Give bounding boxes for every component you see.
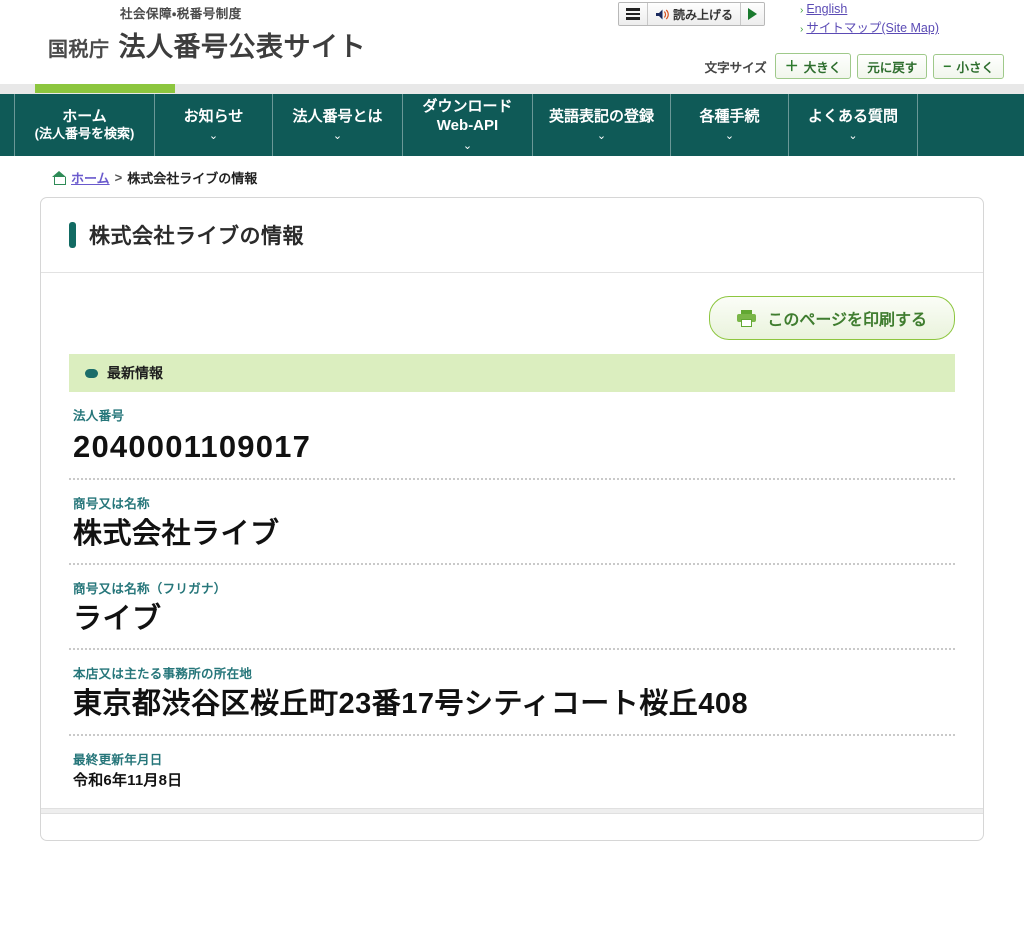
font-size-smaller-button[interactable]: − 小さく [933, 53, 1004, 79]
brand-agency-name: 国税庁 [48, 38, 110, 61]
chevron-down-icon: ⌄ [332, 130, 343, 143]
read-aloud-button[interactable]: 読み上げる [648, 3, 742, 25]
minus-icon: − [943, 58, 952, 74]
nav-item-news-label: お知らせ [183, 107, 244, 125]
card-header: 株式会社ライブの情報 [41, 198, 983, 273]
field-value: 株式会社ライブ [73, 517, 280, 550]
site-header: 社会保障・税番号制度 国税庁 法人番号公表サイト 読み上げる › English … [0, 0, 1024, 84]
plus-icon: ＋ [784, 58, 799, 74]
field-trade-name-furigana: 商号又は名称（フリガナ） ライブ [69, 565, 955, 651]
chevron-down-icon: ⌄ [462, 139, 473, 152]
nav-item-faq[interactable]: よくある質問 ⌄ [788, 94, 919, 156]
nav-item-procedures-label: 各種手続 [699, 107, 760, 125]
field-label: 商号又は名称（フリガナ） [73, 582, 227, 596]
font-size-reset-button[interactable]: 元に戻す [857, 53, 928, 79]
read-aloud-toolbar[interactable]: 読み上げる [618, 2, 766, 26]
font-size-label: 文字サイズ [704, 60, 767, 75]
top-links: › English › サイトマップ(Site Map) [800, 0, 939, 39]
section-header-label: 最新情報 [107, 365, 163, 381]
nav-item-news[interactable]: お知らせ ⌄ [154, 94, 272, 156]
field-value: 令和6年11月8日 [73, 771, 183, 789]
brand-subtitle: 社会保障・税番号制度 [120, 7, 242, 21]
field-label: 商号又は名称 [73, 496, 150, 511]
card-body: このページを印刷する 最新情報 法人番号 2040001109017 商号又は名… [41, 273, 983, 840]
printer-icon [737, 309, 757, 327]
print-page-button[interactable]: このページを印刷する [709, 296, 955, 340]
nav-item-download-line2: Web-API [436, 117, 499, 134]
nav-item-faq-label: よくある質問 [808, 107, 899, 125]
play-icon [748, 8, 758, 20]
nav-item-about-corporate-number[interactable]: 法人番号とは ⌄ [272, 94, 402, 156]
nav-item-about-label: 法人番号とは [292, 107, 383, 125]
field-label: 本店又は主たる事務所の所在地 [73, 667, 253, 682]
nav-item-english-label: 英語表記の登録 [549, 107, 655, 125]
field-head-office-address: 本店又は主たる事務所の所在地 東京都渋谷区桜丘町23番17号シティコート桜丘40… [69, 650, 955, 736]
nav-item-home-line1: ホーム [62, 107, 107, 125]
main-navigation: ホーム (法人番号を検索) お知らせ ⌄ 法人番号とは ⌄ ダウンロード Web… [0, 94, 1024, 156]
font-size-larger-label: 大きく [803, 60, 842, 75]
field-last-updated: 最終更新年月日 令和6年11月8日 [69, 736, 955, 809]
field-corporate-number: 法人番号 2040001109017 [69, 392, 955, 480]
accent-strip [0, 84, 1024, 94]
nav-item-english-registration[interactable]: 英語表記の登録 ⌄ [532, 94, 670, 156]
nav-item-download-webapi[interactable]: ダウンロード Web-API ⌄ [402, 94, 532, 156]
speaker-icon [656, 9, 669, 19]
nav-item-download-line1: ダウンロード [422, 98, 513, 116]
home-icon [52, 171, 66, 185]
field-label: 法人番号 [73, 409, 125, 423]
breadcrumb-current: 株式会社ライブの情報 [127, 171, 258, 186]
chevron-right-icon: › [800, 5, 804, 16]
nav-item-home[interactable]: ホーム (法人番号を検索) [14, 94, 154, 156]
brand-site-title: 法人番号公表サイト [118, 31, 366, 62]
field-value: 東京都渋谷区桜丘町23番17号シティコート桜丘408 [73, 688, 749, 721]
accent-bar [35, 84, 175, 93]
breadcrumb-home-link[interactable]: ホーム [71, 168, 110, 187]
top-link-english[interactable]: English [806, 2, 847, 16]
top-link-sitemap-row: › サイトマップ(Site Map) [800, 19, 939, 38]
top-link-english-row: › English [800, 0, 939, 19]
chevron-down-icon: ⌄ [724, 130, 735, 143]
chevron-down-icon: ⌄ [208, 130, 219, 143]
site-brand: 社会保障・税番号制度 国税庁 法人番号公表サイト [48, 6, 366, 64]
breadcrumb: ホーム > 株式会社ライブの情報 [0, 156, 1024, 197]
font-size-controls: 文字サイズ ＋ 大きく 元に戻す − 小さく [705, 53, 1004, 79]
title-accent-bar [69, 222, 76, 248]
field-value: ライブ [73, 603, 162, 635]
font-size-reset-label: 元に戻す [867, 60, 918, 75]
field-label: 最終更新年月日 [73, 752, 163, 767]
top-link-sitemap[interactable]: サイトマップ(Site Map) [806, 21, 939, 35]
font-size-smaller-label: 小さく [956, 60, 994, 75]
field-trade-name: 商号又は名称 株式会社ライブ [69, 480, 955, 565]
field-value: 2040001109017 [73, 429, 312, 464]
font-size-larger-button[interactable]: ＋ 大きく [774, 53, 852, 79]
print-page-button-label: このページを印刷する [767, 312, 927, 329]
content-card: 株式会社ライブの情報 このページを印刷する 最新情報 法人番号 20400011… [40, 197, 984, 842]
page-title: 株式会社ライブの情報 [89, 225, 304, 248]
section-header-latest-info: 最新情報 [69, 354, 955, 392]
read-aloud-label: 読み上げる [673, 7, 734, 22]
hamburger-icon [626, 8, 640, 20]
chevron-right-icon: › [800, 24, 804, 36]
breadcrumb-separator: > [114, 170, 123, 185]
card-tail [69, 814, 955, 840]
chevron-down-icon: ⌄ [596, 130, 607, 143]
read-aloud-menu-button[interactable] [619, 3, 648, 25]
nav-item-procedures[interactable]: 各種手続 ⌄ [670, 94, 788, 156]
chevron-down-icon: ⌄ [848, 130, 858, 143]
bullet-icon [85, 368, 98, 378]
print-row: このページを印刷する [69, 291, 955, 354]
read-aloud-play-button[interactable] [741, 3, 765, 25]
nav-item-home-line2: (法人番号を検索) [34, 126, 135, 142]
